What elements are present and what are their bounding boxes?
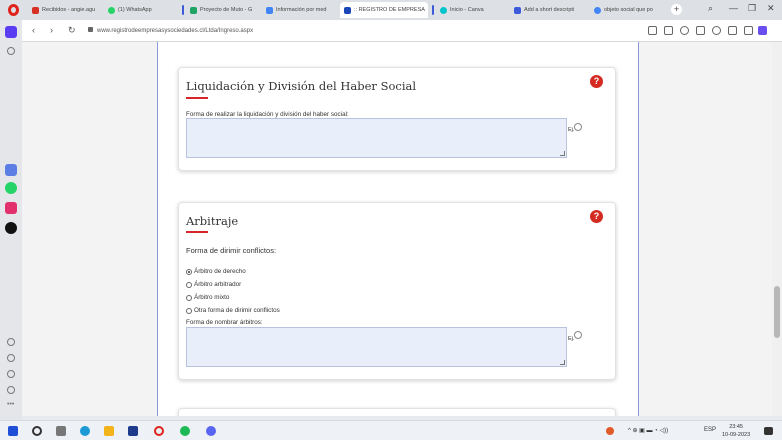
browser-sidebar: ••• xyxy=(0,20,22,420)
whatsapp-sidebar-icon[interactable] xyxy=(5,182,17,194)
tab-bar: Recibidos - angie.agu (1) WhatsApp Proye… xyxy=(0,0,782,20)
windows-start-icon[interactable] xyxy=(8,426,18,436)
snapshot-icon[interactable] xyxy=(648,26,657,35)
task-view-icon[interactable] xyxy=(56,426,66,436)
vpn-icon[interactable] xyxy=(680,26,689,35)
store-icon[interactable] xyxy=(128,426,138,436)
reload-button[interactable]: ↻ xyxy=(68,25,76,36)
minimize-button[interactable]: — xyxy=(729,3,738,13)
arbitros-textarea[interactable] xyxy=(186,327,567,367)
tab-info[interactable]: Información por med xyxy=(262,2,340,18)
radio-arbitro-derecho[interactable]: Árbitro de derecho xyxy=(186,268,246,275)
canva-icon xyxy=(440,6,447,14)
radio-button[interactable] xyxy=(186,281,192,288)
tab-canva[interactable]: Inicio - Canva xyxy=(432,2,502,18)
radio-arbitro-arbitrador[interactable]: Árbitro arbitrador xyxy=(186,281,241,288)
arbitraje-title: Arbitraje xyxy=(186,214,239,228)
notification-app-icon[interactable] xyxy=(606,427,614,435)
windows-taskbar: ^ ⊕ ▣ ▬ ◔ ◁)) ESP 23:45 10-09-2023 xyxy=(0,420,782,440)
radio-arbitro-mixto[interactable]: Árbitro mixto xyxy=(186,294,229,301)
radio-button[interactable] xyxy=(186,307,192,314)
arbitraje-card: Arbitraje ? Forma de dirimir conflictos:… xyxy=(178,202,616,380)
lightbulb-icon[interactable] xyxy=(574,123,582,131)
tab-registro-active[interactable]: :: REGISTRO DE EMPRESA xyxy=(340,2,428,18)
radio-button[interactable] xyxy=(186,294,192,301)
language-indicator[interactable]: ESP xyxy=(704,427,716,433)
clock[interactable]: 23:45 10-09-2023 xyxy=(722,423,750,439)
player-sidebar-icon[interactable] xyxy=(7,338,15,346)
player-icon[interactable] xyxy=(696,26,705,35)
file-explorer-icon[interactable] xyxy=(104,426,114,436)
whatsapp-icon xyxy=(108,6,115,14)
opera-taskbar-icon[interactable] xyxy=(154,426,164,436)
form-frame: Liquidación y División del Haber Social … xyxy=(157,42,639,416)
instagram-icon[interactable] xyxy=(5,202,17,214)
spotify-icon[interactable] xyxy=(180,426,190,436)
close-button[interactable]: ✕ xyxy=(767,3,775,14)
radio-button-checked[interactable] xyxy=(186,268,192,275)
heart-sidebar-icon[interactable] xyxy=(7,354,15,362)
gallery-icon[interactable] xyxy=(5,164,17,176)
page-content: Liquidación y División del Haber Social … xyxy=(22,42,772,416)
drive-icon xyxy=(190,6,197,14)
settings-icon[interactable] xyxy=(7,386,15,394)
edge-icon[interactable] xyxy=(80,426,90,436)
radio-otra-forma[interactable]: Otra forma de dirimir conflictos xyxy=(186,307,280,314)
title-underline xyxy=(186,231,208,233)
history-icon[interactable] xyxy=(7,370,15,378)
more-icon[interactable]: ••• xyxy=(7,401,15,410)
download-icon[interactable] xyxy=(728,26,737,35)
liquidacion-title: Liquidación y División del Haber Social xyxy=(186,79,417,93)
search-icon[interactable] xyxy=(32,426,42,436)
page-scrollbar[interactable] xyxy=(772,42,782,416)
new-tab-button[interactable]: + xyxy=(671,4,682,15)
tab-gmail[interactable]: Recibidos - angie.agu xyxy=(28,2,102,18)
url-field[interactable]: www.registrodeempresasysociedades.cl/Ltd… xyxy=(88,27,253,34)
tab-google-search[interactable]: objeto social que po xyxy=(590,2,666,18)
doc-icon xyxy=(266,6,273,14)
address-bar: ‹ › ↻ www.registrodeempresasysociedades.… xyxy=(22,20,782,42)
restore-button[interactable]: ❐ xyxy=(748,3,756,14)
star-icon[interactable] xyxy=(7,47,15,55)
liquidacion-field-label: Forma de realizar la liquidación y divis… xyxy=(186,111,349,118)
help-icon[interactable]: ? xyxy=(590,210,603,223)
profile-icon[interactable] xyxy=(758,26,767,35)
menu-icon[interactable] xyxy=(744,26,753,35)
scrollbar-thumb[interactable] xyxy=(774,286,780,338)
lightbulb-icon[interactable] xyxy=(574,331,582,339)
tab-description[interactable]: Add a short descripti xyxy=(510,2,588,18)
arbitraje-subtitle: Forma de dirimir conflictos: xyxy=(186,246,277,255)
help-icon[interactable]: ? xyxy=(590,75,603,88)
liquidacion-card: Liquidación y División del Haber Social … xyxy=(178,67,616,171)
heart-icon[interactable] xyxy=(712,26,721,35)
gmail-icon xyxy=(32,6,39,14)
camera-icon[interactable] xyxy=(664,26,673,35)
notifications-icon[interactable] xyxy=(764,427,773,435)
title-underline xyxy=(186,97,208,99)
tiktok-icon[interactable] xyxy=(5,222,17,234)
arbitros-field-label: Forma de nombrar árbitros: xyxy=(186,319,263,326)
chat-icon xyxy=(514,6,521,14)
tray-icons[interactable]: ^ ⊕ ▣ ▬ ◔ ◁)) xyxy=(628,427,668,434)
forward-button[interactable]: › xyxy=(50,25,53,35)
discord-icon[interactable] xyxy=(206,426,216,436)
home-icon[interactable] xyxy=(5,26,17,38)
tab-search-icon[interactable]: ⌕ xyxy=(708,3,713,14)
lock-icon xyxy=(88,27,93,32)
tab-whatsapp[interactable]: (1) WhatsApp xyxy=(104,2,174,18)
example-label: Ej. xyxy=(568,336,575,342)
tab-drive[interactable]: Proyecto de Muto - G xyxy=(182,2,260,18)
registro-icon xyxy=(344,6,351,14)
opera-logo-icon[interactable] xyxy=(8,4,19,16)
back-button[interactable]: ‹ xyxy=(32,25,35,35)
google-icon xyxy=(594,6,601,14)
next-section-card xyxy=(178,408,616,416)
liquidacion-textarea[interactable] xyxy=(186,118,567,158)
